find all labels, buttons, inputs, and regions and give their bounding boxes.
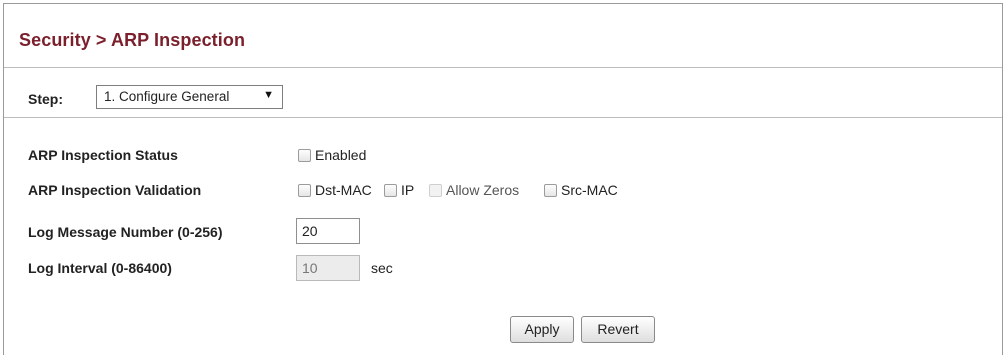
log-interval-label: Log Interval (0-86400)	[28, 260, 172, 276]
revert-button[interactable]: Revert	[581, 316, 655, 343]
log-interval-unit: sec	[371, 260, 393, 276]
page-title: Security > ARP Inspection	[19, 30, 246, 50]
step-label: Step:	[28, 91, 63, 107]
dst-mac-checkbox[interactable]	[298, 184, 311, 197]
src-mac-label: Src-MAC	[561, 182, 618, 198]
ip-label: IP	[401, 182, 415, 198]
allow-zeros-checkbox[interactable]	[429, 184, 442, 197]
step-select-value: 1. Configure General	[104, 89, 230, 104]
divider-bottom	[4, 117, 1002, 118]
content-frame: Security > ARP Inspection Step: 1. Confi…	[3, 3, 1003, 355]
step-select[interactable]: 1. Configure General ▼	[96, 85, 283, 109]
dropdown-arrow-icon: ▼	[263, 89, 274, 101]
divider-top	[4, 67, 1002, 68]
ip-checkbox[interactable]	[384, 184, 397, 197]
src-mac-checkbox[interactable]	[544, 184, 557, 197]
allow-zeros-label: Allow Zeros	[446, 182, 520, 198]
arp-status-label: ARP Inspection Status	[28, 147, 178, 163]
log-message-number-input[interactable]: 20	[296, 218, 360, 244]
apply-button[interactable]: Apply	[510, 316, 574, 343]
arp-status-enabled-checkbox[interactable]	[298, 149, 311, 162]
arp-validation-label: ARP Inspection Validation	[28, 182, 202, 198]
log-interval-input[interactable]: 10	[296, 255, 360, 281]
dst-mac-label: Dst-MAC	[315, 182, 372, 198]
arp-status-enabled-label: Enabled	[315, 147, 367, 163]
log-message-number-label: Log Message Number (0-256)	[28, 224, 223, 240]
